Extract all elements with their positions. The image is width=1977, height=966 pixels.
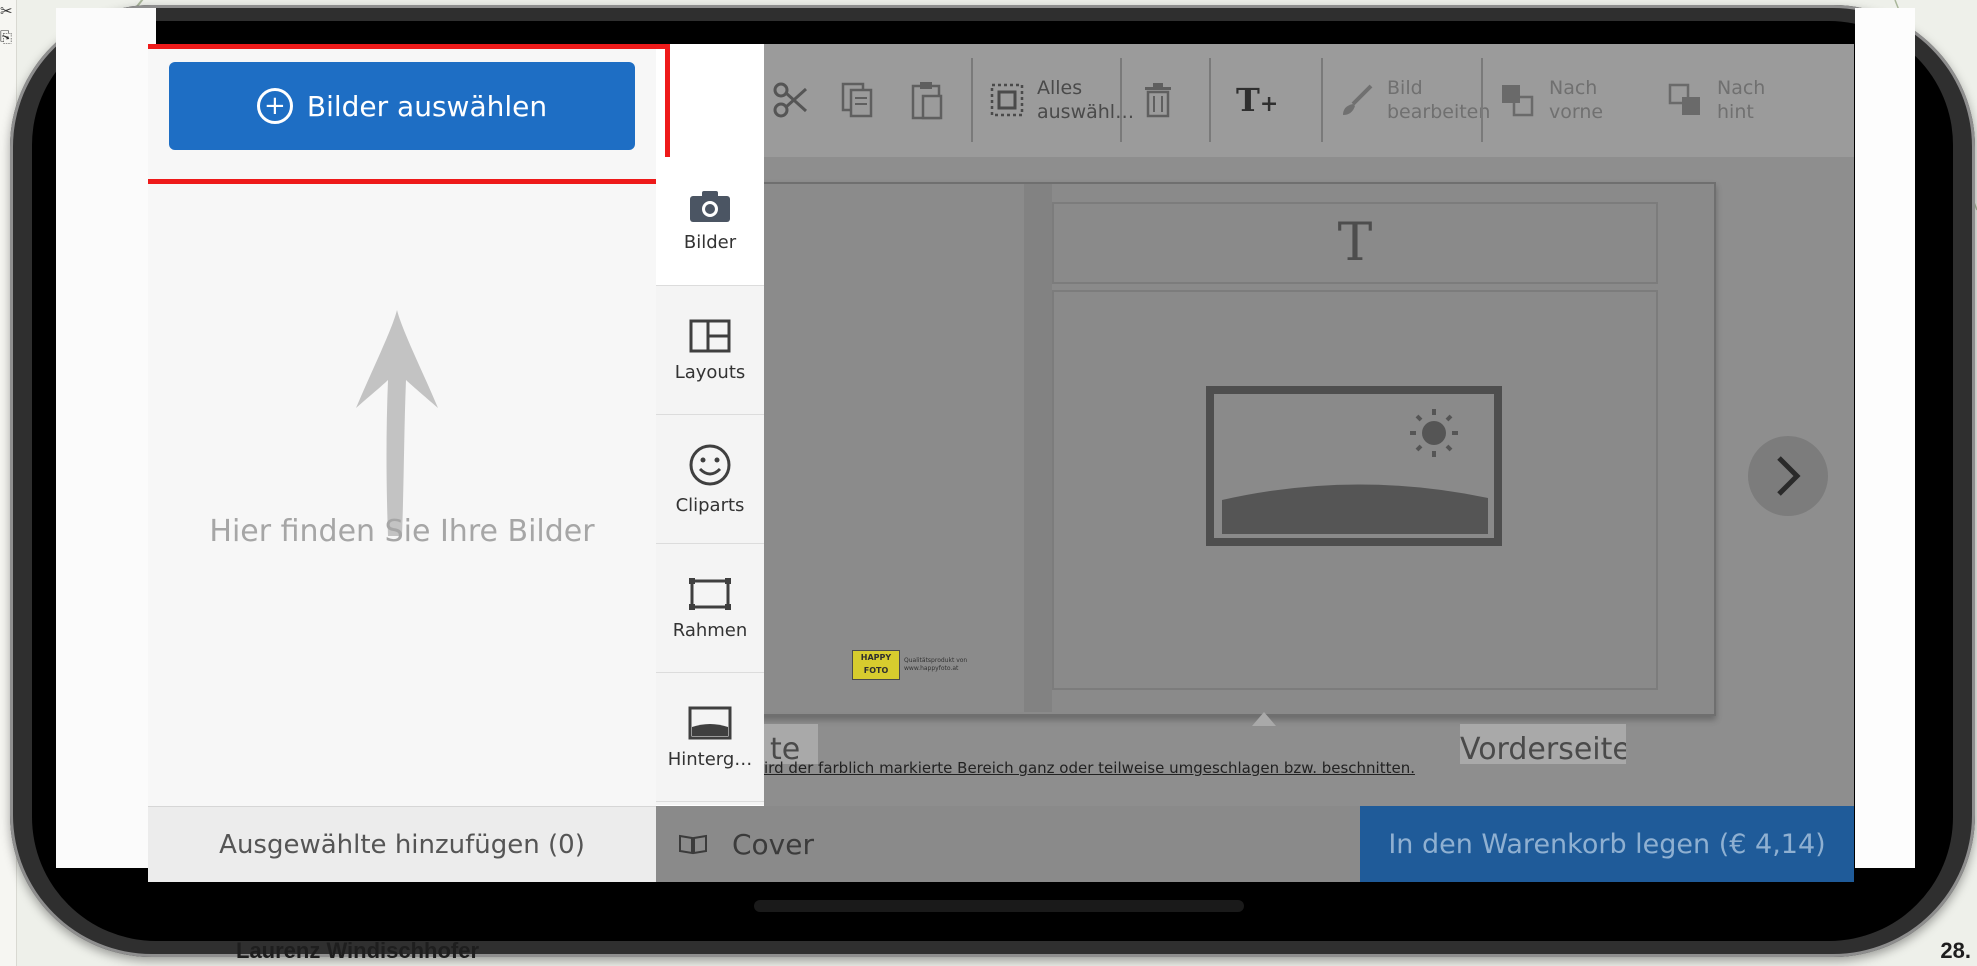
bring-forward-icon (1502, 85, 1534, 117)
label-pointer (1252, 712, 1276, 726)
next-page-button[interactable] (1748, 436, 1828, 516)
cut-button[interactable] (772, 62, 810, 138)
layout-icon (689, 319, 731, 352)
scissors-icon (773, 82, 808, 118)
copy-icon (841, 82, 873, 118)
screen-right-edge (1855, 8, 1915, 868)
trim-notice: ird der farblich markierte Bereich ganz … (764, 759, 1415, 777)
tab-cliparts-label: Cliparts (675, 494, 745, 516)
tab-frames-label: Rahmen (672, 619, 748, 641)
happyfoto-logo: HAPPY FOTO Qualitätsprodukt von www.happyf… (852, 650, 967, 680)
cover-label: Cover (732, 827, 814, 861)
toolbar-separator (1209, 58, 1211, 142)
camera-icon (690, 190, 730, 222)
paste-icon (911, 82, 943, 120)
tab-backgrounds-label: Hinterg… (667, 748, 753, 770)
tab-backgrounds[interactable]: Hinterg… (656, 673, 764, 802)
back-cover (764, 184, 1024, 712)
cover-tab[interactable]: Cover (656, 806, 814, 882)
send-backward-icon (1668, 83, 1700, 115)
empty-hint-text: Hier finden Sie Ihre Bilder (209, 514, 595, 549)
screen-left-edge (56, 8, 156, 868)
paste-button[interactable] (910, 62, 944, 138)
editor-toolbar: Alles auswähl… T+ Bild bearbeiten Nach v… (764, 44, 1854, 157)
tab-images[interactable]: Bilder (656, 157, 764, 286)
photo-placeholder[interactable] (1052, 290, 1658, 690)
scissors-small-icon: ✂ (0, 2, 13, 20)
background-icon (688, 706, 732, 739)
edit-image-button[interactable]: Bild bearbeiten (1339, 62, 1490, 138)
app-screen: + Bilder auswählen Hier finden Sie Ihre … (148, 44, 1854, 882)
book-icon (679, 834, 707, 855)
toolbar-separator (1481, 58, 1483, 142)
tab-layouts-label: Layouts (674, 361, 746, 383)
tab-images-label: Bilder (683, 231, 737, 253)
footer-author: Laurenz Windischhofer (236, 938, 480, 963)
select-all-icon (990, 83, 1024, 117)
book-spine (1024, 184, 1052, 712)
trash-icon (1145, 83, 1171, 118)
footer-page-number: 28. (1940, 938, 1971, 963)
book-cover-spread[interactable]: T HAPPY FOTO Qualitätsprodukt von www.ha… (764, 182, 1716, 716)
bottom-bar: Cover In den Warenkorb legen (€ 4,14) (656, 806, 1854, 882)
tab-frames[interactable]: Rahmen (656, 544, 764, 673)
add-text-button[interactable]: T+ (1236, 62, 1278, 138)
back-page-label: te (764, 724, 818, 764)
editor-canvas: Alles auswähl… T+ Bild bearbeiten Nach v… (764, 44, 1854, 806)
home-indicator (754, 900, 1244, 912)
bring-forward-label: Nach vorne (1549, 77, 1604, 123)
delete-button[interactable] (1142, 62, 1174, 138)
copy-small-icon: ⎘ (0, 28, 13, 46)
add-selected-button[interactable]: Ausgewählte hinzufügen (0) (148, 806, 656, 882)
tab-cliparts[interactable]: Cliparts (656, 415, 764, 544)
toolbar-separator (1120, 58, 1122, 142)
toolbar-separator (971, 58, 973, 142)
copy-button[interactable] (840, 62, 874, 138)
send-backward-button[interactable]: Nach hint (1667, 62, 1765, 138)
tool-tabs: Bilder Layouts Cliparts Rahmen Hinterg… (656, 157, 764, 805)
image-placeholder-icon (1206, 386, 1502, 546)
add-text-icon: T+ (1236, 81, 1279, 119)
smiley-icon (689, 444, 731, 485)
bring-forward-button[interactable]: Nach vorne (1499, 62, 1603, 138)
chevron-right-icon (1777, 456, 1801, 496)
title-text-placeholder[interactable]: T (1052, 202, 1658, 284)
tab-layouts[interactable]: Layouts (656, 286, 764, 415)
send-backward-label: Nach hint (1717, 77, 1766, 123)
images-panel: + Bilder auswählen Hier finden Sie Ihre … (148, 44, 670, 882)
highlight-box (148, 44, 670, 184)
toolbar-separator (1321, 58, 1323, 142)
front-page-label: Vorderseite (1460, 724, 1626, 764)
select-all-button[interactable]: Alles auswähl… (989, 62, 1134, 138)
frame-icon (689, 577, 731, 610)
brush-icon (1343, 84, 1373, 115)
up-arrow-icon (356, 310, 438, 536)
edit-image-label: Bild bearbeiten (1387, 77, 1491, 123)
add-to-cart-button[interactable]: In den Warenkorb legen (€ 4,14) (1360, 806, 1854, 882)
